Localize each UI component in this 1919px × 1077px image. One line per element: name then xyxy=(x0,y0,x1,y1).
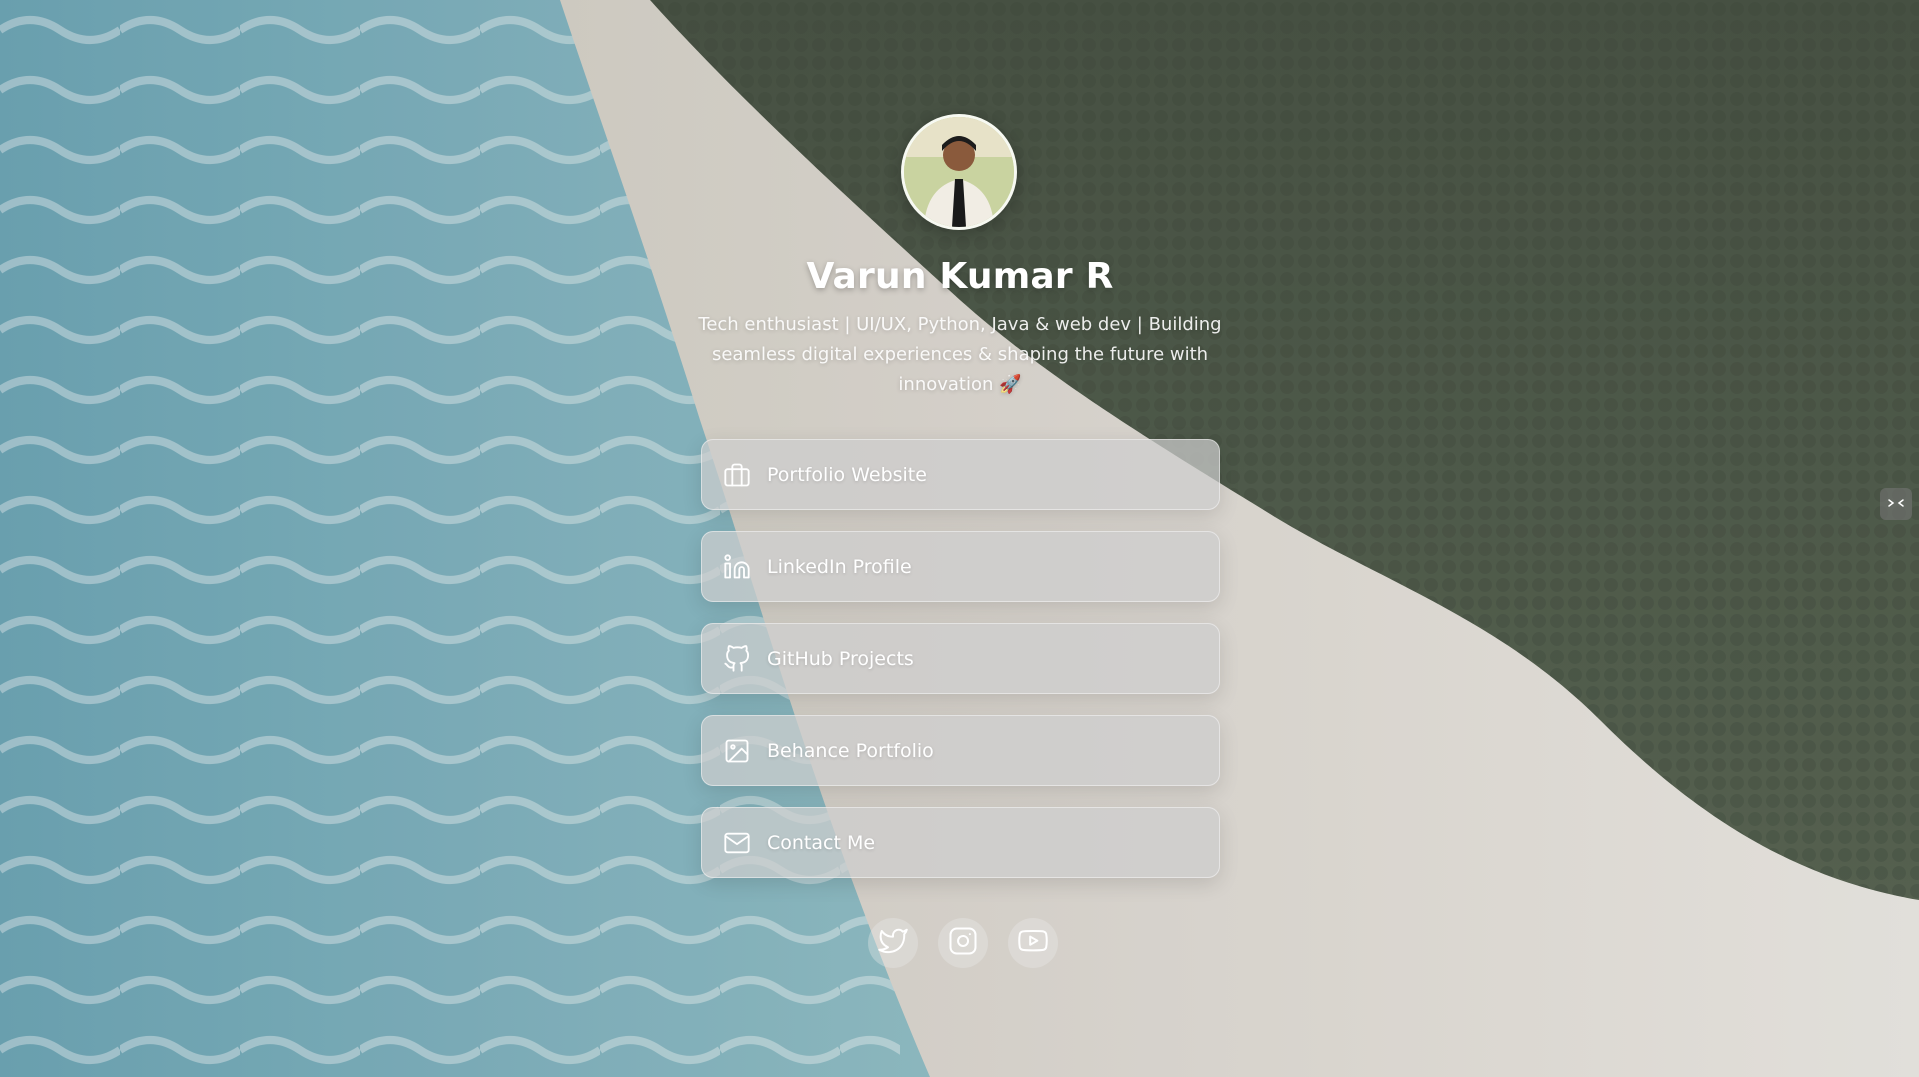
image-icon xyxy=(722,736,752,766)
twitter-icon xyxy=(878,926,908,960)
behance-portfolio-label: Behance Portfolio xyxy=(767,739,934,762)
github-projects-button[interactable]: GitHub Projects xyxy=(701,623,1220,694)
portfolio-website-label: Portfolio Website xyxy=(767,463,927,486)
side-widget-button[interactable] xyxy=(1880,488,1912,520)
github-projects-label: GitHub Projects xyxy=(767,647,914,670)
avatar xyxy=(901,114,1017,230)
profile-bio: Tech enthusiast | UI/UX, Python, Java & … xyxy=(698,314,1222,395)
social-icons xyxy=(868,918,1058,968)
linkedin-profile-label: LinkedIn Profile xyxy=(767,555,912,578)
youtube-link[interactable] xyxy=(1008,918,1058,968)
github-icon xyxy=(722,644,752,674)
youtube-icon xyxy=(1017,926,1049,960)
mail-icon xyxy=(722,828,752,858)
linkedin-profile-button[interactable]: LinkedIn Profile xyxy=(701,531,1220,602)
contact-me-button[interactable]: Contact Me xyxy=(701,807,1220,878)
link-list: Portfolio Website LinkedIn Profile GitHu… xyxy=(701,439,1220,899)
extension-icon xyxy=(1887,495,1905,514)
twitter-link[interactable] xyxy=(868,918,918,968)
linkedin-icon xyxy=(722,552,752,582)
profile-name: Varun Kumar R xyxy=(806,256,1114,297)
portfolio-website-button[interactable]: Portfolio Website xyxy=(701,439,1220,510)
contact-me-label: Contact Me xyxy=(767,831,876,854)
instagram-link[interactable] xyxy=(938,918,988,968)
profile-card: Varun Kumar R Tech enthusiast | UI/UX, P… xyxy=(0,0,1919,1077)
briefcase-icon xyxy=(722,460,752,490)
behance-portfolio-button[interactable]: Behance Portfolio xyxy=(701,715,1220,786)
instagram-icon xyxy=(948,926,978,960)
